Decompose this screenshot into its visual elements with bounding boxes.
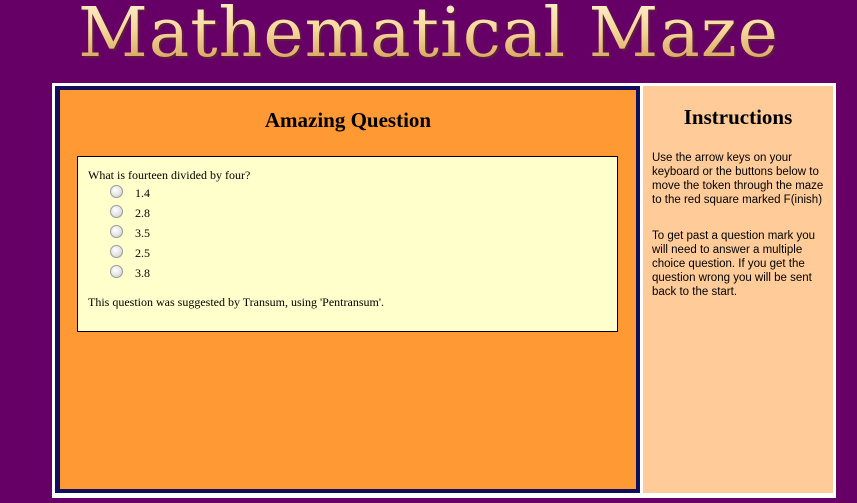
radio-button[interactable] — [110, 205, 123, 218]
question-text: What is fourteen divided by four? — [88, 168, 251, 182]
answer-option-label: 2.8 — [135, 206, 150, 220]
instructions-title: Instructions — [683, 105, 793, 129]
answer-option-label: 3.8 — [135, 266, 150, 280]
question-credit: This question was suggested by Transum, … — [88, 295, 384, 309]
question-heading: Amazing Question — [264, 108, 432, 132]
instructions-paragraph-1: Use the arrow keys on your keyboard or t… — [652, 152, 824, 206]
radio-button[interactable] — [110, 225, 123, 238]
answer-option-label: 1.4 — [135, 186, 150, 200]
radio-button[interactable] — [110, 245, 123, 258]
question-box: What is fourteen divided by four? 1.4 2.… — [77, 156, 618, 332]
instructions-paragraph-2: To get past a question mark you will nee… — [652, 230, 816, 298]
radio-button[interactable] — [110, 185, 123, 198]
answer-option-label: 3.5 — [135, 226, 150, 240]
page-title: Mathematical Maze — [0, 0, 857, 74]
radio-button[interactable] — [110, 265, 123, 278]
answer-option-label: 2.5 — [135, 246, 150, 260]
